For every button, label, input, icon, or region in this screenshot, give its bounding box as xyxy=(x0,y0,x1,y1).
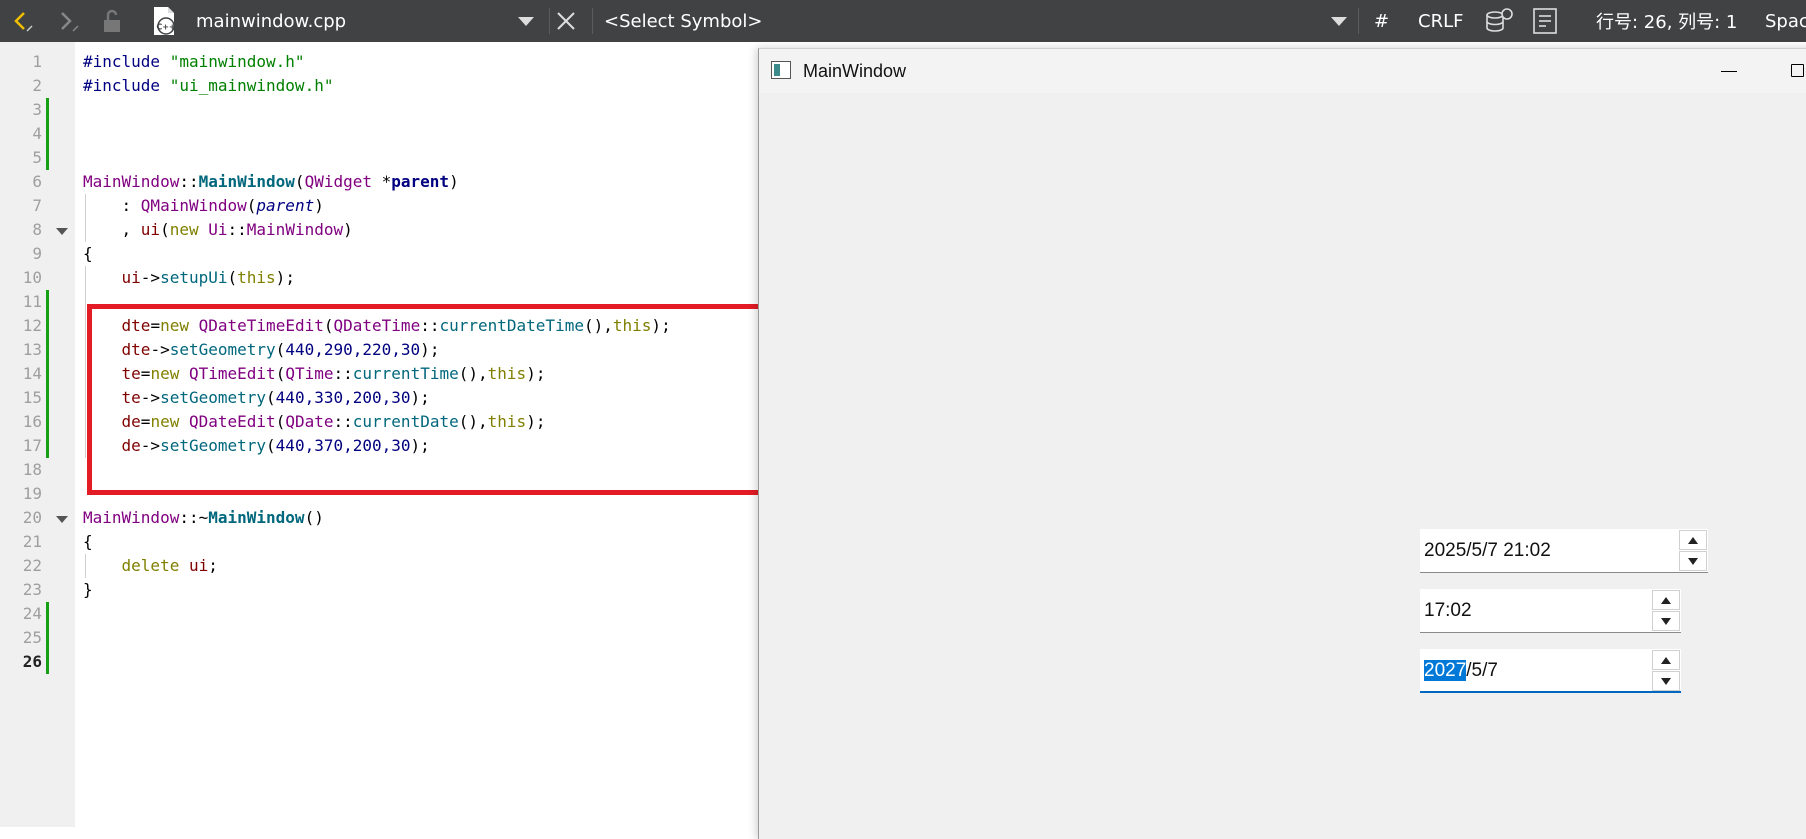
time-spin-down-button[interactable] xyxy=(1652,611,1680,631)
line-number: 20 xyxy=(22,508,42,527)
outline-icon[interactable] xyxy=(1532,0,1562,42)
database-icon[interactable] xyxy=(1484,0,1516,42)
change-marker xyxy=(46,602,49,674)
line-number: 5 xyxy=(32,148,42,167)
app-window-icon xyxy=(771,61,791,79)
arrow-up-icon xyxy=(1661,656,1671,664)
line-number: 18 xyxy=(22,460,42,479)
line-number: 12 xyxy=(22,316,42,335)
line-number: 10 xyxy=(22,268,42,287)
code-line-8: , ui(new Ui::MainWindow) xyxy=(83,220,353,239)
line-number-current: 26 xyxy=(22,652,42,671)
lock-icon[interactable] xyxy=(100,0,130,42)
window-title: MainWindow xyxy=(803,61,907,81)
forward-icon[interactable] xyxy=(54,0,84,42)
fold-marker-icon[interactable] xyxy=(56,516,68,523)
date-value: 2027/5/7 xyxy=(1424,649,1498,693)
back-icon[interactable] xyxy=(8,0,38,42)
arrow-up-icon xyxy=(1688,536,1698,544)
date-spin-up-button[interactable] xyxy=(1652,650,1680,670)
code-line-7: : QMainWindow(parent) xyxy=(83,196,324,215)
line-number: 3 xyxy=(32,100,42,119)
code-line-21: { xyxy=(83,532,93,551)
code-line-10: ui->setupUi(this); xyxy=(121,268,295,287)
date-spin-down-button[interactable] xyxy=(1652,671,1680,691)
code-line-20: MainWindow::~MainWindow() xyxy=(83,508,324,527)
hash-button[interactable]: # xyxy=(1374,0,1389,42)
line-number: 9 xyxy=(32,244,42,263)
close-file-icon[interactable] xyxy=(555,0,585,42)
line-number: 25 xyxy=(22,628,42,647)
line-number: 2 xyxy=(32,76,42,95)
code-line-23: } xyxy=(83,580,93,599)
svg-text:C++: C++ xyxy=(156,23,175,32)
arrow-down-icon xyxy=(1661,677,1671,685)
code-line-22: delete ui; xyxy=(121,556,218,575)
code-line-9: { xyxy=(83,244,93,263)
line-number: 8 xyxy=(32,220,42,239)
maximize-button[interactable] xyxy=(1779,49,1806,93)
line-number: 6 xyxy=(32,172,42,191)
line-number-gutter: 1 2 3 4 5 6 7 8 9 10 11 12 13 14 15 16 1… xyxy=(0,42,75,827)
line-number: 4 xyxy=(32,124,42,143)
line-number: 11 xyxy=(22,292,42,311)
date-rest: /5/7 xyxy=(1466,660,1498,681)
code-line-6: MainWindow::MainWindow(QWidget *parent) xyxy=(83,172,459,191)
editor-toolbar: C++ mainwindow.cpp <Select Symbol> # CRL… xyxy=(0,0,1806,42)
minimize-button[interactable] xyxy=(1707,49,1751,93)
symbol-selector[interactable]: <Select Symbol> xyxy=(604,0,1104,42)
time-edit[interactable]: 17:02 xyxy=(1420,589,1681,633)
line-number: 15 xyxy=(22,388,42,407)
arrow-down-icon xyxy=(1661,617,1671,625)
indent-setting[interactable]: Spac xyxy=(1765,0,1806,42)
file-dropdown-icon[interactable] xyxy=(518,0,540,42)
cursor-position[interactable]: 行号: 26, 列号: 1 xyxy=(1596,0,1737,42)
cpp-file-icon: C++ xyxy=(150,0,182,42)
fold-marker-icon[interactable] xyxy=(56,228,68,235)
line-number: 23 xyxy=(22,580,42,599)
line-number: 24 xyxy=(22,604,42,623)
date-edit[interactable]: 2027/5/7 xyxy=(1420,649,1681,693)
arrow-down-icon xyxy=(1688,557,1698,565)
line-number: 1 xyxy=(32,52,42,71)
qt-main-window: MainWindow 2025/5/7 21:02 17:02 2027/5/7 xyxy=(758,48,1806,839)
filename-label[interactable]: mainwindow.cpp xyxy=(196,0,496,42)
line-number: 22 xyxy=(22,556,42,575)
line-number: 13 xyxy=(22,340,42,359)
date-selected-year: 2027 xyxy=(1424,660,1467,681)
line-ending-button[interactable]: CRLF xyxy=(1418,0,1463,42)
datetime-edit[interactable]: 2025/5/7 21:02 xyxy=(1420,529,1708,573)
datetime-spin-up-button[interactable] xyxy=(1679,530,1707,550)
datetime-value: 2025/5/7 21:02 xyxy=(1424,540,1551,561)
code-line-2: #include "ui_mainwindow.h" xyxy=(83,76,334,95)
line-number: 17 xyxy=(22,436,42,455)
code-line-1: #include "mainwindow.h" xyxy=(83,52,305,71)
symbol-dropdown-icon[interactable] xyxy=(1331,0,1353,42)
datetime-spin-down-button[interactable] xyxy=(1679,551,1707,571)
arrow-up-icon xyxy=(1661,596,1671,604)
line-number: 19 xyxy=(22,484,42,503)
line-number: 14 xyxy=(22,364,42,383)
time-value: 17:02 xyxy=(1424,600,1472,621)
change-marker xyxy=(46,98,49,170)
time-spin-up-button[interactable] xyxy=(1652,590,1680,610)
window-titlebar[interactable]: MainWindow xyxy=(759,49,1806,93)
line-number: 16 xyxy=(22,412,42,431)
change-marker xyxy=(46,290,49,458)
highlight-box xyxy=(87,304,853,495)
line-number: 7 xyxy=(32,196,42,215)
line-number: 21 xyxy=(22,532,42,551)
